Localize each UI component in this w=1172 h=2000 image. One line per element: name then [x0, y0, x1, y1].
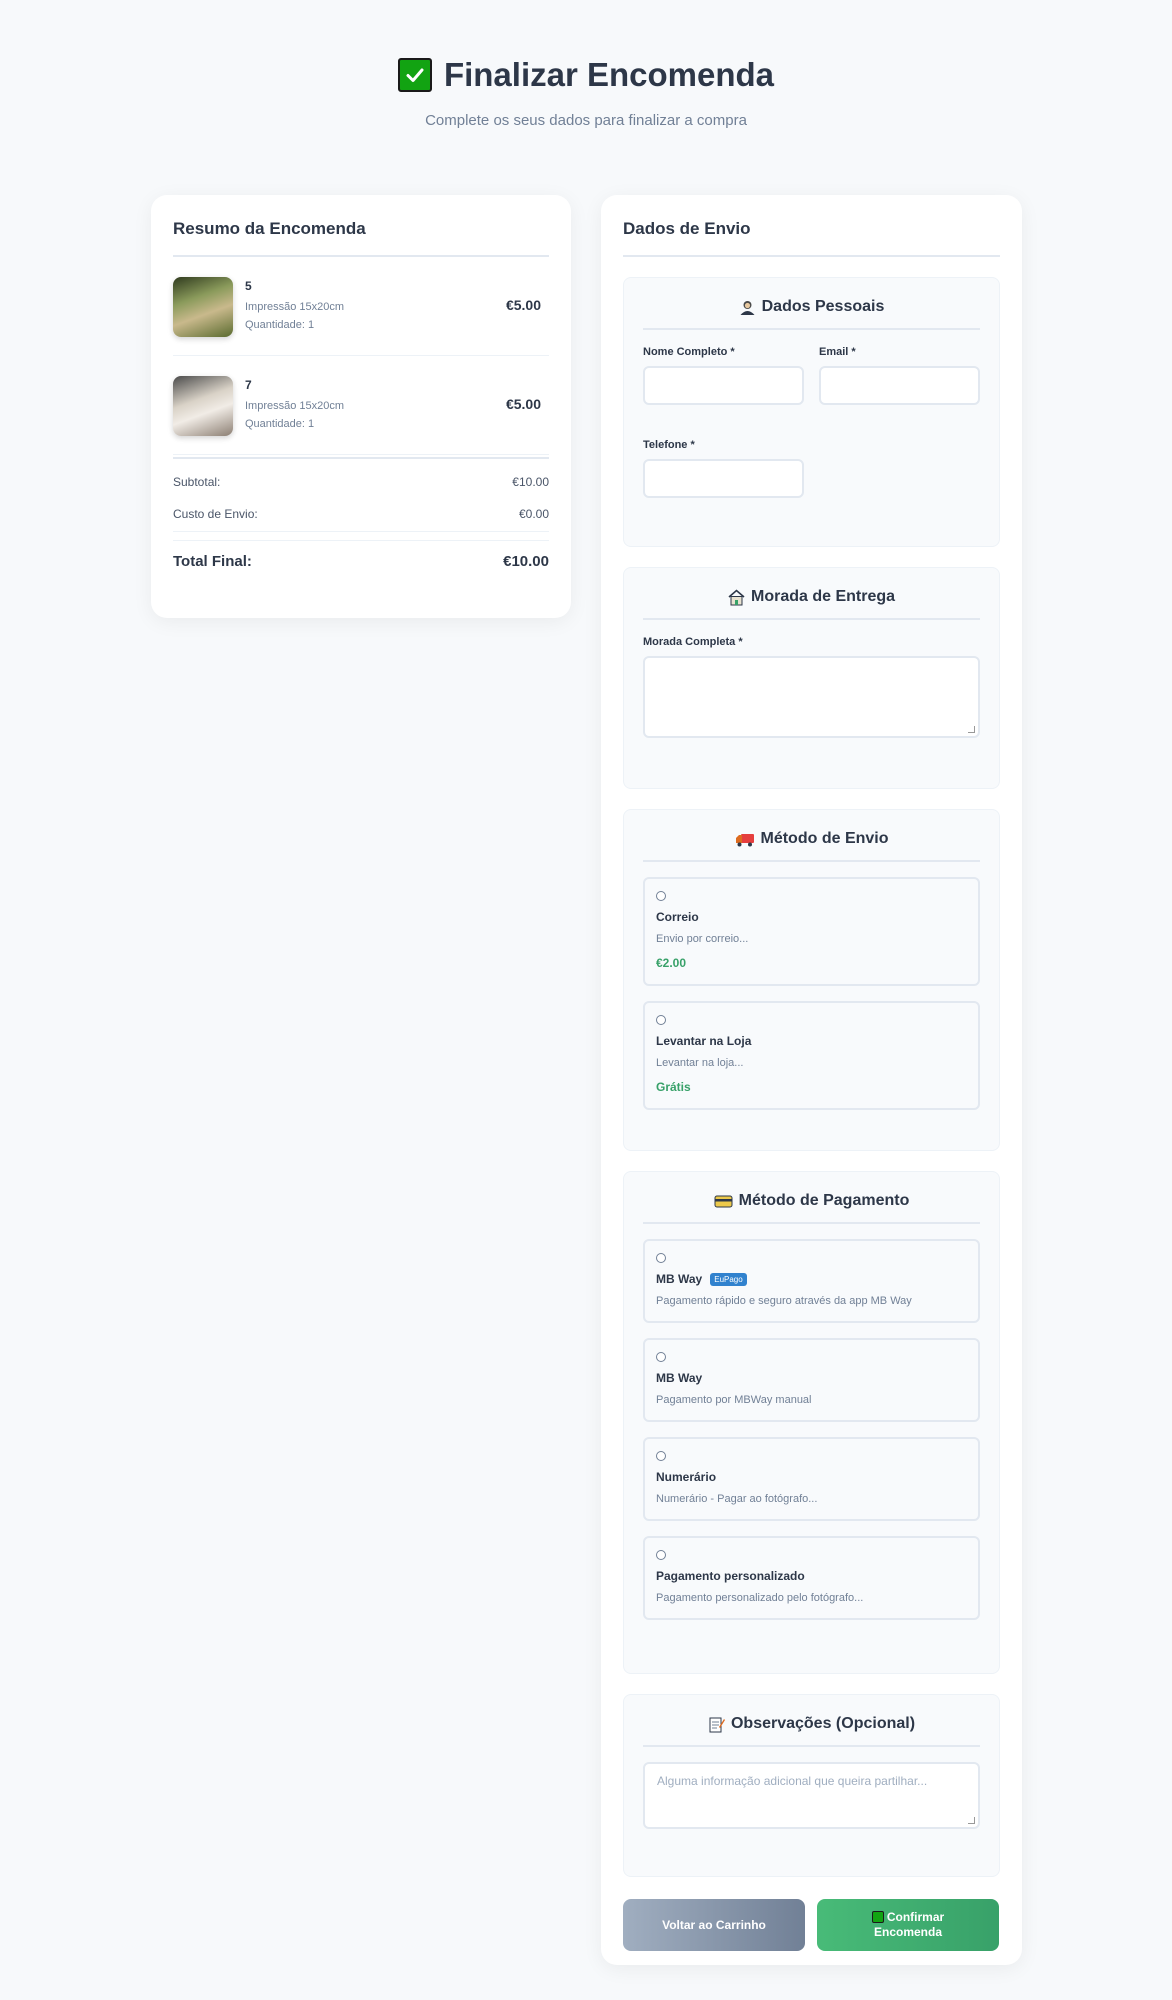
- personal-data-title-text: Dados Pessoais: [761, 298, 885, 315]
- item-price: €5.00: [505, 396, 541, 412]
- payment-option-name-text: MB Way: [656, 1272, 703, 1286]
- person-icon: [739, 299, 756, 316]
- payment-option-desc: Pagamento rápido e seguro através da app…: [656, 1295, 912, 1307]
- payment-method-title: Método de Pagamento: [643, 1192, 980, 1224]
- shipping-method-section: Método de Envio Correio Envio por correi…: [623, 809, 1000, 1151]
- provider-badge: EuPago: [710, 1272, 747, 1286]
- shipping-method-title: Método de Envio: [643, 830, 980, 862]
- shipping-option-name: Levantar na Loja: [656, 1034, 752, 1048]
- subtotal-row: Subtotal: €10.00: [173, 459, 549, 489]
- confirm-order-button[interactable]: Confirmar Encomenda: [817, 1899, 999, 1951]
- notes-placeholder: Alguma informação adicional que queira p…: [657, 1774, 928, 1788]
- item-quantity: Quantidade: 1: [245, 418, 315, 430]
- page-subtitle: Complete os seus dados para finalizar a …: [425, 112, 747, 129]
- notes-section: Observações (Opcional) Alguma informação…: [623, 1694, 1000, 1877]
- order-summary-card: Resumo da Encomenda 5 Impressão 15x20cm …: [151, 195, 571, 618]
- page-header: Finalizar Encomenda Complete os seus dad…: [0, 56, 1172, 129]
- delivery-address-title-text: Morada de Entrega: [750, 588, 896, 605]
- personal-data-section: Dados Pessoais Nome Completo * Email * T…: [623, 277, 1000, 547]
- shipping-radio-store-pickup[interactable]: [656, 1015, 666, 1025]
- shipping-option-price: Grátis: [656, 1080, 691, 1094]
- shipping-form-card: Dados de Envio Dados Pessoais Nome Compl…: [601, 195, 1022, 1965]
- email-input[interactable]: [819, 366, 980, 405]
- payment-option-custom[interactable]: Pagamento personalizado Pagamento person…: [643, 1536, 980, 1620]
- phone-input[interactable]: [643, 459, 804, 498]
- payment-method-title-text: Método de Pagamento: [738, 1192, 910, 1209]
- full-name-label: Nome Completo *: [643, 346, 735, 358]
- order-item: 5 Impressão 15x20cm Quantidade: 1 €5.00: [173, 257, 549, 356]
- payment-option-cash[interactable]: Numerário Numerário - Pagar ao fotógrafo…: [643, 1437, 980, 1521]
- photo-thumbnail: [173, 376, 233, 436]
- order-item: 7 Impressão 15x20cm Quantidade: 1 €5.00: [173, 356, 549, 455]
- subtotal-value: €10.00: [512, 475, 549, 489]
- item-price: €5.00: [505, 297, 541, 313]
- delivery-address-title: Morada de Entrega: [643, 588, 980, 620]
- shipping-option-desc: Envio por correio...: [656, 933, 749, 945]
- shipping-cost-row: Custo de Envio: €0.00: [173, 489, 549, 532]
- photo-thumbnail: [173, 277, 233, 337]
- full-name-input[interactable]: [643, 366, 804, 405]
- notes-title-text: Observações (Opcional): [730, 1715, 916, 1732]
- payment-option-desc: Pagamento personalizado pelo fotógrafo..…: [656, 1592, 864, 1604]
- subtotal-label: Subtotal:: [173, 475, 221, 489]
- shipping-cost-label: Custo de Envio:: [173, 507, 258, 521]
- back-to-cart-button[interactable]: Voltar ao Carrinho: [623, 1899, 805, 1951]
- payment-radio-mbway-eupago[interactable]: [656, 1253, 666, 1263]
- payment-method-section: Método de Pagamento MB Way EuPago Pagame…: [623, 1171, 1000, 1674]
- order-totals: Subtotal: €10.00 Custo de Envio: €0.00 T…: [173, 457, 549, 570]
- payment-option-mbway-eupago[interactable]: MB Way EuPago Pagamento rápido e seguro …: [643, 1239, 980, 1323]
- form-actions: Voltar ao Carrinho Confirmar Encomenda: [623, 1899, 1000, 1951]
- order-summary-title: Resumo da Encomenda: [173, 219, 549, 257]
- shipping-option-store-pickup[interactable]: Levantar na Loja Levantar na loja... Grá…: [643, 1001, 980, 1110]
- credit-card-icon: [714, 1193, 733, 1210]
- shipping-option-name: Correio: [656, 910, 699, 924]
- house-icon: [728, 588, 745, 606]
- personal-data-title: Dados Pessoais: [643, 298, 980, 330]
- total-value: €10.00: [503, 553, 549, 570]
- shipping-method-title-text: Método de Envio: [760, 830, 889, 847]
- page-title-text: Finalizar Encomenda: [443, 56, 775, 93]
- shipping-cost-value: €0.00: [518, 507, 549, 521]
- notes-textarea[interactable]: Alguma informação adicional que queira p…: [643, 1762, 980, 1829]
- shipping-option-desc: Levantar na loja...: [656, 1057, 744, 1069]
- item-format: Impressão 15x20cm: [245, 301, 345, 313]
- shipping-form-title: Dados de Envio: [623, 219, 1000, 257]
- payment-radio-cash[interactable]: [656, 1451, 666, 1461]
- item-quantity: Quantidade: 1: [245, 319, 315, 331]
- confirm-order-label: Confirmar Encomenda: [873, 1910, 945, 1939]
- payment-option-name: Numerário: [656, 1470, 717, 1484]
- full-address-label: Morada Completa *: [643, 636, 743, 648]
- payment-radio-mbway-manual[interactable]: [656, 1352, 666, 1362]
- notes-title: Observações (Opcional): [643, 1715, 980, 1747]
- phone-label: Telefone *: [643, 439, 695, 451]
- payment-option-mbway-manual[interactable]: MB Way Pagamento por MBWay manual: [643, 1338, 980, 1422]
- item-format: Impressão 15x20cm: [245, 400, 345, 412]
- full-address-textarea[interactable]: [643, 656, 980, 738]
- item-name: 7: [245, 378, 252, 392]
- total-label: Total Final:: [173, 553, 252, 570]
- item-name: 5: [245, 279, 252, 293]
- payment-option-desc: Pagamento por MBWay manual: [656, 1394, 812, 1406]
- payment-option-name: MB Way EuPago: [656, 1272, 966, 1286]
- check-mark-icon: [871, 1911, 884, 1923]
- shipping-option-price: €2.00: [656, 956, 687, 970]
- payment-option-desc: Numerário - Pagar ao fotógrafo...: [656, 1493, 818, 1505]
- payment-option-name: MB Way: [656, 1371, 703, 1385]
- payment-option-name: Pagamento personalizado: [656, 1569, 805, 1583]
- email-label: Email *: [819, 346, 856, 358]
- check-mark-icon: [397, 58, 432, 92]
- delivery-truck-icon: [735, 831, 755, 848]
- shipping-option-correio[interactable]: Correio Envio por correio... €2.00: [643, 877, 980, 986]
- total-row: Total Final: €10.00: [173, 540, 549, 570]
- payment-radio-custom[interactable]: [656, 1550, 666, 1560]
- page-title: Finalizar Encomenda: [397, 56, 775, 94]
- memo-icon: [708, 1716, 725, 1733]
- shipping-radio-correio[interactable]: [656, 891, 666, 901]
- delivery-address-section: Morada de Entrega Morada Completa *: [623, 567, 1000, 789]
